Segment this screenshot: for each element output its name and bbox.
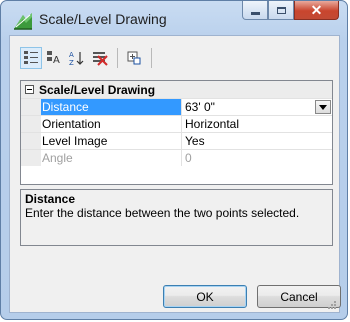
clear-icon: [93, 52, 108, 66]
property-pages-icon: A: [47, 51, 60, 66]
alphabetical-sort-icon: A Z: [69, 51, 84, 66]
maximize-icon: [276, 6, 286, 14]
property-value[interactable]: Yes: [182, 133, 332, 149]
help-text: Enter the distance between the two point…: [25, 206, 300, 220]
expand-icon: [127, 51, 141, 65]
help-panel: Distance Enter the distance between the …: [20, 189, 333, 246]
property-name: Distance: [41, 99, 182, 115]
property-value: 0: [185, 151, 192, 165]
ok-button[interactable]: OK: [163, 285, 247, 308]
category-label: Scale/Level Drawing: [39, 82, 156, 97]
dropdown-button[interactable]: [315, 100, 331, 114]
categorized-icon: [24, 51, 38, 64]
title-bar[interactable]: Scale/Level Drawing ✕: [1, 1, 347, 35]
svg-text:A: A: [69, 51, 74, 59]
property-toolbar: A A Z: [20, 44, 157, 72]
minimize-button[interactable]: [242, 1, 268, 20]
clear-button[interactable]: [89, 47, 111, 69]
property-value[interactable]: Horizontal: [182, 116, 332, 132]
property-row-level-image[interactable]: Level Image Yes: [21, 132, 332, 149]
property-grid: Scale/Level Drawing Distance 63' 0" Orie…: [20, 80, 333, 185]
scale-level-drawing-icon: [13, 11, 33, 31]
property-name: Level Image: [41, 133, 182, 149]
property-row-orientation[interactable]: Orientation Horizontal: [21, 115, 332, 132]
help-title: Distance: [25, 192, 76, 206]
close-button[interactable]: ✕: [294, 1, 339, 20]
resize-grip-icon[interactable]: [327, 300, 337, 310]
collapse-icon[interactable]: [25, 85, 34, 94]
toolbar-separator: [151, 48, 152, 68]
property-value-input[interactable]: 63' 0": [182, 99, 332, 115]
svg-text:A: A: [53, 55, 60, 66]
svg-text:Z: Z: [69, 59, 74, 66]
chevron-down-icon: [319, 104, 327, 110]
property-row-angle: Angle 0: [21, 149, 332, 166]
property-name: Angle: [41, 150, 182, 166]
property-name: Orientation: [41, 116, 182, 132]
dialog-client-area: A A Z Scale/Level Drawing Distance 63' 0…: [9, 35, 341, 313]
window-title: Scale/Level Drawing: [39, 11, 167, 27]
caption-buttons: ✕: [242, 1, 339, 21]
categorized-button[interactable]: [20, 47, 42, 69]
property-pages-button[interactable]: A: [43, 47, 65, 69]
minimize-icon: [250, 11, 260, 15]
property-row-distance[interactable]: Distance 63' 0": [21, 98, 332, 115]
property-category[interactable]: Scale/Level Drawing: [21, 81, 332, 98]
toolbar-separator: [117, 48, 118, 68]
property-value[interactable]: 63' 0": [185, 100, 215, 114]
close-icon: ✕: [310, 1, 323, 18]
alphabetical-sort-button[interactable]: A Z: [66, 47, 88, 69]
maximize-button[interactable]: [268, 1, 294, 20]
expand-button[interactable]: [123, 47, 145, 69]
dialog-window: Scale/Level Drawing ✕ A A Z Scale/Level …: [0, 0, 348, 320]
